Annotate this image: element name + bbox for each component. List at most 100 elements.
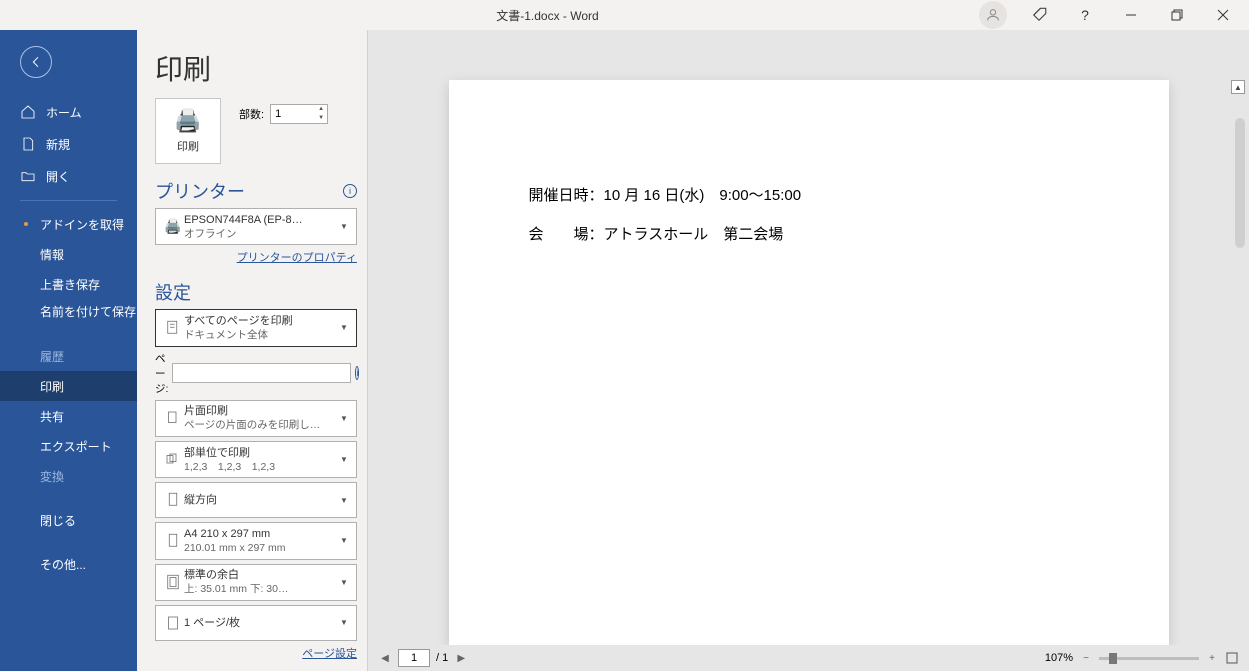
preview-area: 開催日時：10 月 16 日(水) 9:00～15:00 会 場：アトラスホール… [367, 30, 1249, 671]
account-button[interactable] [971, 1, 1015, 29]
back-button[interactable] [20, 46, 52, 78]
zoom-slider[interactable] [1099, 657, 1199, 660]
scroll-up-icon[interactable]: ▲ [1231, 80, 1245, 94]
sides-select[interactable]: 片面印刷 ページの片面のみを印刷し… ▼ [155, 400, 357, 437]
sidebar-item-save[interactable]: 上書き保存 [0, 269, 137, 299]
sidebar-label: その他... [40, 556, 86, 573]
sidebar-item-transform: 変換 [0, 461, 137, 491]
sidebar-item-new[interactable]: 新規 [0, 128, 137, 160]
sidebar-item-saveas[interactable]: 名前を付けて保存 [0, 299, 137, 341]
collate-select[interactable]: 部単位で印刷 1,2,3 1,2,3 1,2,3 ▼ [155, 441, 357, 478]
collate-icon [162, 450, 184, 470]
bullet-icon [24, 222, 28, 226]
doc-line-1: 開催日時：10 月 16 日(水) 9:00～15:00 [529, 176, 1089, 215]
sidebar-label: 名前を付けて保存 [40, 305, 136, 319]
sidebar-label: ホーム [46, 104, 82, 121]
chevron-down-icon: ▼ [340, 618, 350, 627]
sides-icon [162, 408, 184, 428]
sidebar-label: 閉じる [40, 512, 76, 529]
perpage-icon [162, 613, 184, 633]
new-icon [20, 136, 36, 152]
paper-size-select[interactable]: A4 210 x 297 mm 210.01 mm x 297 mm ▼ [155, 522, 357, 559]
pages-info-icon[interactable]: i [355, 366, 359, 380]
next-page-button[interactable]: ▶ [454, 651, 468, 665]
chevron-down-icon: ▼ [340, 323, 350, 332]
pages-per-sheet-select[interactable]: 1 ページ/枚 ▼ [155, 605, 357, 641]
titlebar: 文書-1.docx - Word ? [0, 0, 1249, 30]
sidebar-label: 印刷 [40, 378, 64, 395]
zoom-out-button[interactable]: − [1079, 651, 1093, 665]
papersize-icon [162, 531, 184, 551]
minimize-button[interactable] [1109, 1, 1153, 29]
page-setup-link[interactable]: ページ設定 [302, 648, 357, 660]
pages-icon [162, 318, 184, 338]
printer-status: オフライン [184, 227, 340, 241]
printer-device-icon: 🖨️ [162, 218, 184, 235]
sidebar-label: 上書き保存 [40, 276, 100, 293]
chevron-down-icon: ▼ [340, 222, 350, 231]
sidebar-item-share[interactable]: 共有 [0, 401, 137, 431]
copies-label: 部数: [239, 106, 264, 122]
doc-title: 文書-1.docx - Word [124, 7, 971, 24]
orientation-select[interactable]: 縦方向 ▼ [155, 482, 357, 518]
sidebar-label: アドインを取得 [40, 216, 124, 233]
sidebar-item-close[interactable]: 閉じる [0, 505, 137, 535]
sidebar-label: 共有 [40, 408, 64, 425]
orientation-icon [162, 490, 184, 510]
sidebar-item-print[interactable]: 印刷 [0, 371, 137, 401]
pages-label: ページ: [155, 351, 168, 396]
sidebar-label: 変換 [40, 468, 64, 485]
margins-select[interactable]: 標準の余白 上: 35.01 mm 下: 30… ▼ [155, 564, 357, 601]
printer-name: EPSON744F8A (EP-8… [184, 213, 340, 227]
feedback-button[interactable] [1017, 1, 1061, 29]
page-total: / 1 [436, 652, 448, 664]
sidebar-label: 開く [46, 168, 70, 185]
chevron-down-icon: ▼ [340, 578, 350, 587]
zoom-value: 107% [1045, 652, 1073, 664]
print-panel: 印刷 🖨️ 印刷 部数: ▲▼ プリンター i 🖨️ EPSON744F8A (… [137, 30, 367, 671]
sidebar-item-open[interactable]: 開く [0, 160, 137, 192]
margins-icon [162, 572, 184, 592]
sidebar-item-more[interactable]: その他... [0, 549, 137, 579]
current-page-input[interactable] [398, 649, 430, 667]
home-icon [20, 104, 36, 120]
sidebar-item-export[interactable]: エクスポート [0, 431, 137, 461]
zoom-in-button[interactable]: + [1205, 651, 1219, 665]
sidebar-label: 履歴 [40, 348, 64, 365]
printer-properties-link[interactable]: プリンターのプロパティ [237, 252, 357, 264]
print-button-label: 印刷 [177, 138, 199, 154]
help-button[interactable]: ? [1063, 1, 1107, 29]
sidebar-item-home[interactable]: ホーム [0, 96, 137, 128]
printer-icon: 🖨️ [174, 108, 201, 134]
sidebar-label: エクスポート [40, 438, 112, 455]
chevron-down-icon: ▼ [340, 496, 350, 505]
account-icon [979, 1, 1007, 29]
backstage-sidebar: ホーム 新規 開く アドインを取得 情報 上書き保存 名前を付けて保存 履歴 印… [0, 30, 137, 671]
sidebar-item-addins[interactable]: アドインを取得 [0, 209, 137, 239]
restore-button[interactable] [1155, 1, 1199, 29]
printer-heading: プリンター [155, 178, 245, 204]
doc-line-2: 会 場：アトラスホール 第二会場 [529, 215, 1089, 254]
preview-footer: ◀ / 1 ▶ 107% − + [368, 645, 1249, 671]
printer-info-icon[interactable]: i [343, 184, 357, 198]
panel-title: 印刷 [155, 48, 357, 88]
scroll-thumb[interactable] [1235, 118, 1245, 248]
close-button[interactable] [1201, 1, 1245, 29]
chevron-down-icon: ▼ [340, 536, 350, 545]
printer-select[interactable]: 🖨️ EPSON744F8A (EP-8… オフライン ▼ [155, 208, 357, 245]
print-button[interactable]: 🖨️ 印刷 [155, 98, 221, 164]
page-range-select[interactable]: すべてのページを印刷 ドキュメント全体 ▼ [155, 309, 357, 346]
copies-spinner[interactable]: ▲▼ [315, 104, 327, 122]
sidebar-label: 新規 [46, 136, 70, 153]
separator [20, 200, 117, 201]
sidebar-label: 情報 [40, 246, 64, 263]
chevron-down-icon: ▼ [340, 455, 350, 464]
chevron-down-icon: ▼ [340, 414, 350, 423]
sidebar-item-info[interactable]: 情報 [0, 239, 137, 269]
preview-page: 開催日時：10 月 16 日(水) 9:00～15:00 会 場：アトラスホール… [449, 80, 1169, 645]
prev-page-button[interactable]: ◀ [378, 651, 392, 665]
pages-input[interactable] [172, 363, 351, 383]
fit-page-button[interactable] [1225, 651, 1239, 665]
sidebar-item-history: 履歴 [0, 341, 137, 371]
open-icon [20, 168, 36, 184]
